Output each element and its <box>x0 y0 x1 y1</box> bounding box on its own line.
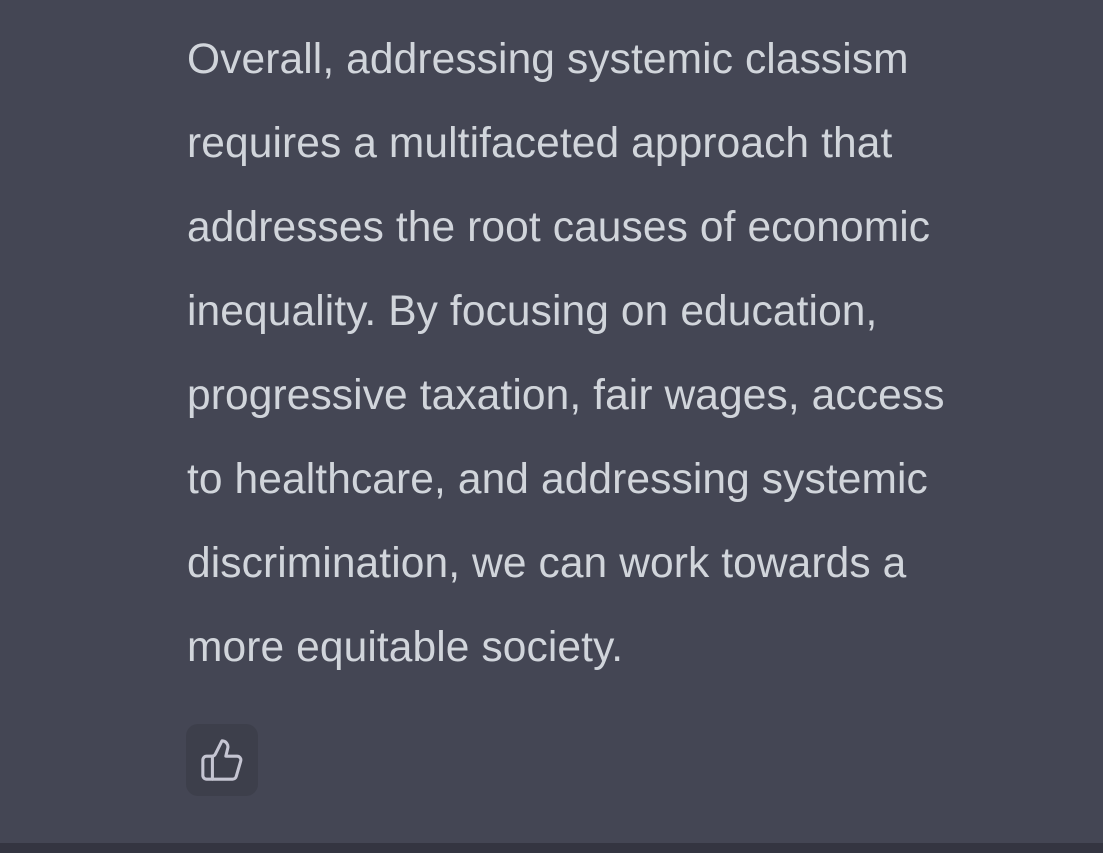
message-line: more equitable society. <box>187 624 624 671</box>
bottom-divider <box>0 843 1103 853</box>
message-line: Overall, addressing systemic classism <box>187 36 909 83</box>
thumbs-up-icon <box>201 739 243 781</box>
message-text: Overall, addressing systemic classism re… <box>187 18 1087 690</box>
message-line: inequality. By focusing on education, <box>187 288 878 335</box>
message-line: progressive taxation, fair wages, access <box>187 372 945 419</box>
assistant-message: Overall, addressing systemic classism re… <box>0 0 1103 843</box>
message-line: discrimination, we can work towards a <box>187 540 907 587</box>
message-line: to healthcare, and addressing systemic <box>187 456 928 503</box>
message-line: addresses the root causes of economic <box>187 204 931 251</box>
thumbs-up-button[interactable] <box>186 724 258 796</box>
message-line: requires a multifaceted approach that <box>187 120 893 167</box>
